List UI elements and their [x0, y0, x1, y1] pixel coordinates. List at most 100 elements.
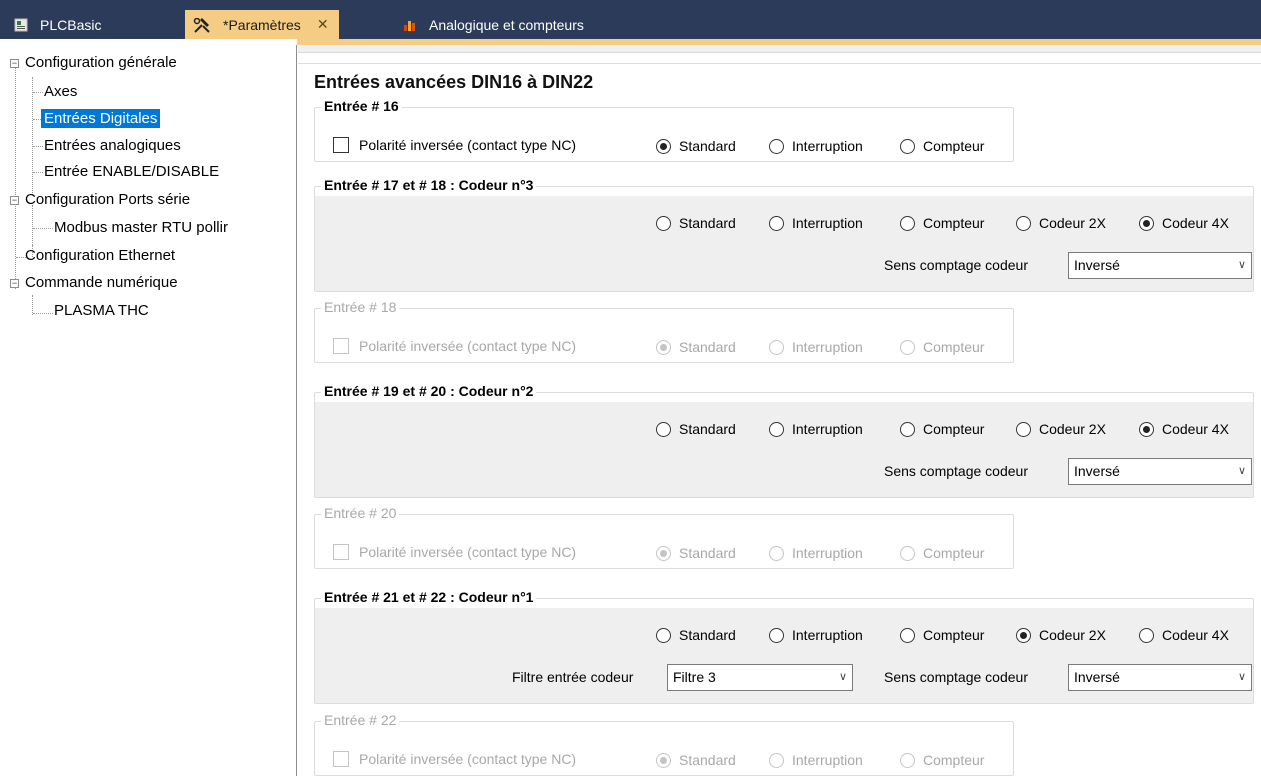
- radio-label: Codeur 4X: [1162, 421, 1229, 437]
- tree-item-label: Modbus master RTU pollir: [54, 219, 228, 236]
- tab-analogique[interactable]: Analogique et compteurs: [403, 10, 584, 39]
- radio-codeur-2x[interactable]: Codeur 2X: [1016, 627, 1106, 643]
- radio-indicator: [656, 752, 671, 768]
- radio-label: Interruption: [792, 339, 863, 355]
- radio-indicator: [900, 339, 915, 355]
- tree-item-plasma-thc[interactable]: PLASMA THC: [51, 300, 152, 322]
- group-entree-18: Entrée # 18 Polarité inversée (contact t…: [314, 299, 1014, 363]
- radio-indicator[interactable]: [1016, 627, 1031, 643]
- radio-standard[interactable]: Standard: [656, 138, 736, 154]
- filtre-entree-select[interactable]: Filtre 3 ∨: [667, 664, 853, 691]
- radio-indicator[interactable]: [769, 215, 784, 231]
- radio-compteur: Compteur: [900, 545, 984, 561]
- close-icon[interactable]: ✕: [317, 16, 329, 33]
- tree-item-modbus-master[interactable]: Modbus master RTU pollir: [51, 217, 231, 239]
- filtre-entree-label: Filtre entrée codeur: [512, 669, 634, 685]
- polarite-inversee-checkbox: Polarité inversée (contact type NC): [333, 751, 576, 767]
- radio-standard[interactable]: Standard: [656, 627, 736, 643]
- radio-label: Standard: [679, 545, 736, 561]
- radio-indicator[interactable]: [656, 421, 671, 437]
- radio-interruption[interactable]: Interruption: [769, 421, 863, 437]
- radio-interruption[interactable]: Interruption: [769, 138, 863, 154]
- radio-label: Compteur: [923, 545, 985, 561]
- radio-label: Interruption: [792, 421, 863, 437]
- radio-indicator: [900, 752, 915, 768]
- chevron-down-icon: ∨: [1237, 671, 1246, 683]
- radio-compteur[interactable]: Compteur: [900, 138, 984, 154]
- radio-compteur[interactable]: Compteur: [900, 627, 984, 643]
- tree-item-configuration-ports-serie[interactable]: Configuration Ports série: [22, 189, 193, 211]
- polarite-inversee-checkbox[interactable]: Polarité inversée (contact type NC): [333, 137, 576, 153]
- radio-standard: Standard: [656, 339, 736, 355]
- radio-indicator[interactable]: [900, 215, 915, 231]
- radio-indicator[interactable]: [656, 627, 671, 643]
- radio-codeur-4x[interactable]: Codeur 4X: [1139, 215, 1229, 231]
- group-entree-21-22: Entrée # 21 et # 22 : Codeur n°1 Standar…: [314, 589, 1254, 704]
- radio-indicator[interactable]: [900, 138, 915, 154]
- radio-indicator: [769, 339, 784, 355]
- collapse-expander-icon[interactable]: −: [10, 196, 19, 205]
- plc-file-icon: [14, 18, 28, 32]
- tree-item-commande-numerique[interactable]: Commande numérique: [22, 272, 181, 294]
- radio-indicator[interactable]: [769, 138, 784, 154]
- radio-label: Compteur: [923, 627, 985, 643]
- radio-label: Codeur 2X: [1039, 627, 1106, 643]
- radio-label: Standard: [679, 138, 736, 154]
- group-entree-20: Entrée # 20 Polarité inversée (contact t…: [314, 505, 1014, 569]
- radio-indicator[interactable]: [769, 627, 784, 643]
- sens-comptage-select[interactable]: Inversé ∨: [1068, 252, 1252, 279]
- radio-compteur[interactable]: Compteur: [900, 215, 984, 231]
- radio-indicator[interactable]: [1139, 421, 1154, 437]
- sens-comptage-label: Sens comptage codeur: [884, 669, 1028, 685]
- tree-item-axes[interactable]: Axes: [41, 81, 80, 103]
- sens-comptage-select[interactable]: Inversé ∨: [1068, 458, 1252, 485]
- tab-plcbasic[interactable]: PLCBasic: [14, 10, 101, 39]
- collapse-expander-icon[interactable]: −: [10, 279, 19, 288]
- radio-standard[interactable]: Standard: [656, 215, 736, 231]
- radio-label: Codeur 2X: [1039, 215, 1106, 231]
- radio-codeur-4x[interactable]: Codeur 4X: [1139, 421, 1229, 437]
- tree-item-configuration-generale[interactable]: Configuration générale: [22, 52, 180, 74]
- radio-indicator[interactable]: [1016, 421, 1031, 437]
- collapse-expander-icon[interactable]: −: [10, 59, 19, 68]
- radio-codeur-4x[interactable]: Codeur 4X: [1139, 627, 1229, 643]
- radio-standard: Standard: [656, 545, 736, 561]
- settings-panel: Entrées avancées DIN16 à DIN22 Entrée # …: [298, 45, 1261, 776]
- tree-item-entree-enable-disable[interactable]: Entrée ENABLE/DISABLE: [41, 161, 222, 183]
- tree-item-label: Entrées Digitales: [41, 109, 161, 128]
- radio-indicator[interactable]: [656, 215, 671, 231]
- radio-indicator[interactable]: [1139, 627, 1154, 643]
- radio-indicator[interactable]: [900, 421, 915, 437]
- tree-item-label: Entrée ENABLE/DISABLE: [44, 163, 220, 180]
- radio-indicator[interactable]: [900, 627, 915, 643]
- radio-label: Interruption: [792, 752, 863, 768]
- radio-label: Compteur: [923, 339, 985, 355]
- radio-indicator[interactable]: [656, 138, 671, 154]
- group-entree-22: Entrée # 22 Polarité inversée (contact t…: [314, 712, 1014, 776]
- radio-indicator[interactable]: [1016, 215, 1031, 231]
- radio-label: Standard: [679, 339, 736, 355]
- radio-label: Compteur: [923, 215, 985, 231]
- tree-item-entrees-digitales[interactable]: Entrées Digitales: [41, 108, 161, 130]
- radio-interruption[interactable]: Interruption: [769, 215, 863, 231]
- tab-parametres[interactable]: *Paramètres ✕: [185, 10, 339, 39]
- radio-standard: Standard: [656, 752, 736, 768]
- tree-item-configuration-ethernet[interactable]: Configuration Ethernet: [22, 245, 178, 267]
- radio-indicator[interactable]: [1139, 215, 1154, 231]
- radio-interruption[interactable]: Interruption: [769, 627, 863, 643]
- group-entree-16: Entrée # 16 Polarité inversée (contact t…: [314, 98, 1014, 162]
- tab-label: *Paramètres: [223, 16, 301, 33]
- checkbox-box[interactable]: [333, 137, 349, 153]
- tree-item-entrees-analogiques[interactable]: Entrées analogiques: [41, 135, 184, 157]
- sens-comptage-select[interactable]: Inversé ∨: [1068, 664, 1252, 691]
- radio-label: Interruption: [792, 138, 863, 154]
- radio-compteur[interactable]: Compteur: [900, 421, 984, 437]
- radio-codeur-2x[interactable]: Codeur 2X: [1016, 421, 1106, 437]
- radio-indicator: [900, 545, 915, 561]
- checkbox-label: Polarité inversée (contact type NC): [359, 751, 577, 767]
- tree-item-label: Configuration générale: [25, 54, 177, 71]
- radio-compteur: Compteur: [900, 752, 984, 768]
- radio-standard[interactable]: Standard: [656, 421, 736, 437]
- radio-indicator[interactable]: [769, 421, 784, 437]
- radio-codeur-2x[interactable]: Codeur 2X: [1016, 215, 1106, 231]
